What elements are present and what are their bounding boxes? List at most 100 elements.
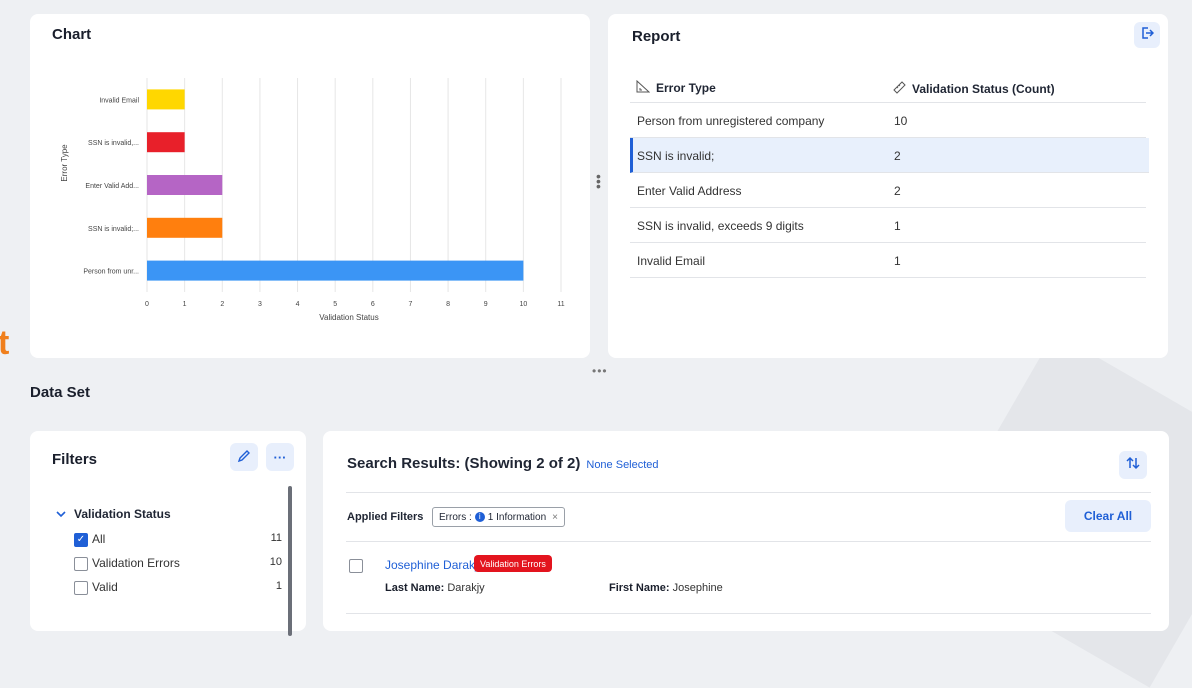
checkbox-checked[interactable]: ✓ bbox=[74, 533, 88, 547]
x-tick-label: 1 bbox=[183, 301, 187, 308]
count-cell: 1 bbox=[894, 254, 901, 268]
divider bbox=[346, 541, 1151, 542]
x-tick-label: 4 bbox=[296, 301, 300, 308]
record-checkbox[interactable] bbox=[349, 559, 363, 573]
divider bbox=[346, 492, 1151, 493]
filters-title: Filters bbox=[52, 451, 98, 468]
last-name-field: Last Name: Darakjy bbox=[385, 582, 485, 594]
error-type-cell: SSN is invalid; bbox=[637, 149, 715, 163]
edit-filters-button[interactable] bbox=[230, 443, 258, 471]
filter-group-validation-status[interactable]: Validation Status bbox=[56, 507, 171, 521]
filter-option-valid[interactable]: Valid 1 bbox=[74, 579, 282, 597]
filter-label: Valid bbox=[92, 580, 118, 594]
column-label: Error Type bbox=[656, 81, 716, 95]
filter-label: All bbox=[92, 532, 106, 546]
applied-filter-chip[interactable]: Errors : i 1 Information × bbox=[432, 507, 565, 527]
x-tick-label: 11 bbox=[557, 301, 564, 308]
count-cell: 2 bbox=[894, 184, 901, 198]
bar bbox=[147, 175, 223, 195]
table-row[interactable]: Invalid Email 1 bbox=[630, 243, 1146, 278]
filters-panel: Filters ··· Validation Status ✓ All 11 V… bbox=[30, 431, 306, 636]
x-tick-label: 10 bbox=[519, 301, 527, 308]
divider bbox=[346, 613, 1151, 614]
record-name-link[interactable]: Josephine Darakjy bbox=[385, 558, 484, 572]
bar bbox=[147, 260, 524, 281]
table-row-selected[interactable]: SSN is invalid; 2 bbox=[630, 138, 1149, 173]
x-tick-label: 8 bbox=[446, 301, 450, 308]
filter-option-validation-errors[interactable]: Validation Errors 10 bbox=[74, 555, 282, 573]
error-type-cell: Enter Valid Address bbox=[637, 184, 742, 198]
results-title-text: Search Results: (Showing 2 of 2) bbox=[347, 455, 581, 472]
report-panel: Report Error Type Validation Status (Cou… bbox=[608, 14, 1168, 358]
checkbox[interactable] bbox=[74, 557, 88, 571]
y-tick-label: SSN is invalid;... bbox=[88, 226, 139, 233]
x-tick-label: 9 bbox=[484, 301, 488, 308]
report-table-header: Error Type Validation Status (Count) bbox=[630, 72, 1146, 103]
chart-panel: Chart 0 1 2 3 4 5 6 7 8 9 10 11 Invalid Email SSN is … bbox=[30, 14, 590, 358]
column-header-validation-status[interactable]: Validation Status (Count) bbox=[892, 80, 1055, 97]
vertical-splitter-handle[interactable]: • • • bbox=[596, 169, 601, 193]
more-options-button[interactable]: ··· bbox=[266, 443, 294, 471]
sort-button[interactable] bbox=[1119, 451, 1147, 479]
x-tick-label: 6 bbox=[371, 301, 375, 308]
sort-arrows-icon bbox=[1126, 456, 1140, 474]
count-cell: 1 bbox=[894, 219, 901, 233]
count-cell: 10 bbox=[894, 114, 908, 128]
bar bbox=[147, 132, 185, 153]
error-type-cell: Person from unregistered company bbox=[637, 114, 825, 128]
selection-status: None Selected bbox=[586, 459, 659, 471]
x-tick-label: 3 bbox=[258, 301, 262, 308]
status-badge: Validation Errors bbox=[474, 555, 552, 572]
y-tick-label: Invalid Email bbox=[99, 97, 139, 104]
field-value: Josephine bbox=[672, 582, 723, 594]
filter-label: Validation Errors bbox=[92, 556, 180, 570]
table-row[interactable]: SSN is invalid, exceeds 9 digits 1 bbox=[630, 208, 1146, 243]
filter-count: 10 bbox=[269, 556, 282, 568]
more-icon: ··· bbox=[273, 449, 287, 465]
table-row[interactable]: Person from unregistered company 10 bbox=[630, 103, 1146, 138]
edge-text: t bbox=[0, 324, 10, 362]
checkbox[interactable] bbox=[74, 581, 88, 595]
applied-filters-label: Applied Filters bbox=[347, 511, 424, 523]
first-name-field: First Name: Josephine bbox=[609, 582, 723, 594]
info-icon: i bbox=[474, 512, 485, 522]
filter-count: 11 bbox=[270, 532, 282, 544]
report-title: Report bbox=[632, 28, 681, 45]
y-tick-label: Enter Valid Add... bbox=[85, 183, 139, 190]
field-label: First Name: bbox=[609, 582, 670, 594]
bar bbox=[147, 217, 223, 238]
filter-count: 1 bbox=[275, 580, 282, 592]
x-tick-label: 0 bbox=[145, 301, 149, 308]
field-value: Darakjy bbox=[447, 582, 485, 594]
table-row[interactable]: Enter Valid Address 2 bbox=[630, 173, 1146, 208]
ruler-icon bbox=[892, 80, 906, 97]
count-cell: 2 bbox=[894, 149, 901, 163]
error-type-cell: Invalid Email bbox=[637, 254, 706, 268]
horizontal-splitter-handle[interactable]: ••• bbox=[592, 364, 608, 378]
y-axis-label: Error Type bbox=[60, 144, 69, 182]
data-set-title: Data Set bbox=[30, 384, 91, 401]
scrollbar[interactable] bbox=[288, 486, 292, 636]
x-tick-label: 2 bbox=[220, 301, 224, 308]
clear-all-button[interactable]: Clear All bbox=[1065, 500, 1151, 532]
y-tick-label: Person from unr... bbox=[83, 269, 139, 276]
bar-chart: 0 1 2 3 4 5 6 7 8 9 10 11 Invalid Email SSN is invali… bbox=[60, 78, 565, 322]
chip-prefix: Errors : bbox=[439, 511, 472, 523]
column-header-error-type[interactable]: Error Type bbox=[636, 79, 716, 96]
x-tick-label: 7 bbox=[409, 301, 413, 308]
y-tick-label: SSN is invalid,... bbox=[88, 140, 139, 147]
export-icon bbox=[1140, 26, 1155, 44]
x-axis-label: Validation Status bbox=[319, 313, 378, 322]
field-label: Last Name: bbox=[385, 582, 445, 594]
export-button[interactable] bbox=[1134, 22, 1160, 48]
search-results-panel: Search Results: (Showing 2 of 2) None Sel… bbox=[323, 431, 1169, 631]
chip-value: 1 Information bbox=[487, 511, 547, 523]
x-tick-label: 5 bbox=[333, 301, 337, 308]
results-title: Search Results: (Showing 2 of 2) None Sel… bbox=[347, 455, 659, 472]
column-label: Validation Status (Count) bbox=[912, 81, 1055, 96]
bar bbox=[147, 89, 185, 110]
pencil-icon bbox=[237, 449, 251, 466]
chip-remove-icon[interactable]: × bbox=[552, 512, 558, 523]
filter-option-all[interactable]: ✓ All 11 bbox=[74, 531, 282, 549]
chevron-down-icon bbox=[56, 507, 66, 521]
